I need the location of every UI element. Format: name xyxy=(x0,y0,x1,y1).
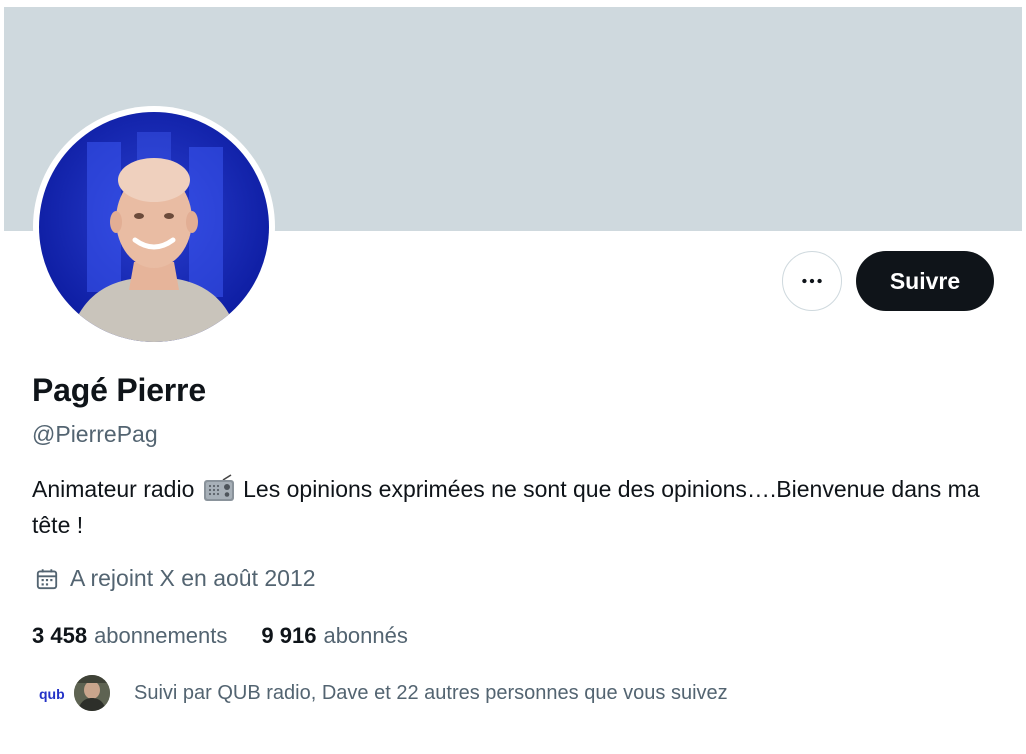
avatar-border xyxy=(33,106,275,348)
avatar-photo xyxy=(39,112,269,342)
followed-by-text: Suivi par QUB radio, Dave et 22 autres p… xyxy=(134,681,728,704)
following-count: 3 458 xyxy=(32,623,88,648)
profile-name: Pagé Pierre xyxy=(32,372,206,408)
more-options-button[interactable] xyxy=(782,251,842,311)
radio-icon xyxy=(203,474,235,510)
joined-date: A rejoint X en août 2012 xyxy=(34,565,316,592)
bio-text-start: Animateur radio xyxy=(32,476,201,502)
profile-handle: @PierrePag xyxy=(32,421,158,447)
qub-logo: qub xyxy=(36,675,72,711)
profile-stats: 3 458 abonnements 9 916 abonnés xyxy=(32,623,408,649)
profile-card: Suivre Pagé Pierre @PierrePag Animateur … xyxy=(4,7,1022,754)
following-link[interactable]: 3 458 abonnements xyxy=(32,623,227,649)
svg-text:qub: qub xyxy=(39,686,65,702)
dave-avatar xyxy=(72,673,112,713)
more-horizontal-icon xyxy=(802,278,822,284)
followers-count: 9 916 xyxy=(261,623,317,648)
followers-label: abonnés xyxy=(323,623,408,648)
profile-bio: Animateur radio Les opinions exprimées n… xyxy=(32,474,1007,541)
qub-radio-avatar: qub xyxy=(34,673,74,713)
followers-link[interactable]: 9 916 abonnés xyxy=(261,623,407,649)
calendar-icon xyxy=(34,566,60,592)
following-label: abonnements xyxy=(94,623,228,648)
joined-text: A rejoint X en août 2012 xyxy=(70,565,316,591)
followed-by-avatars: qub xyxy=(34,673,114,713)
follow-button[interactable]: Suivre xyxy=(856,251,994,311)
profile-avatar[interactable] xyxy=(39,112,269,342)
followed-by[interactable]: qub Suivi par QUB radio, Dave et 22 autr… xyxy=(34,673,728,713)
